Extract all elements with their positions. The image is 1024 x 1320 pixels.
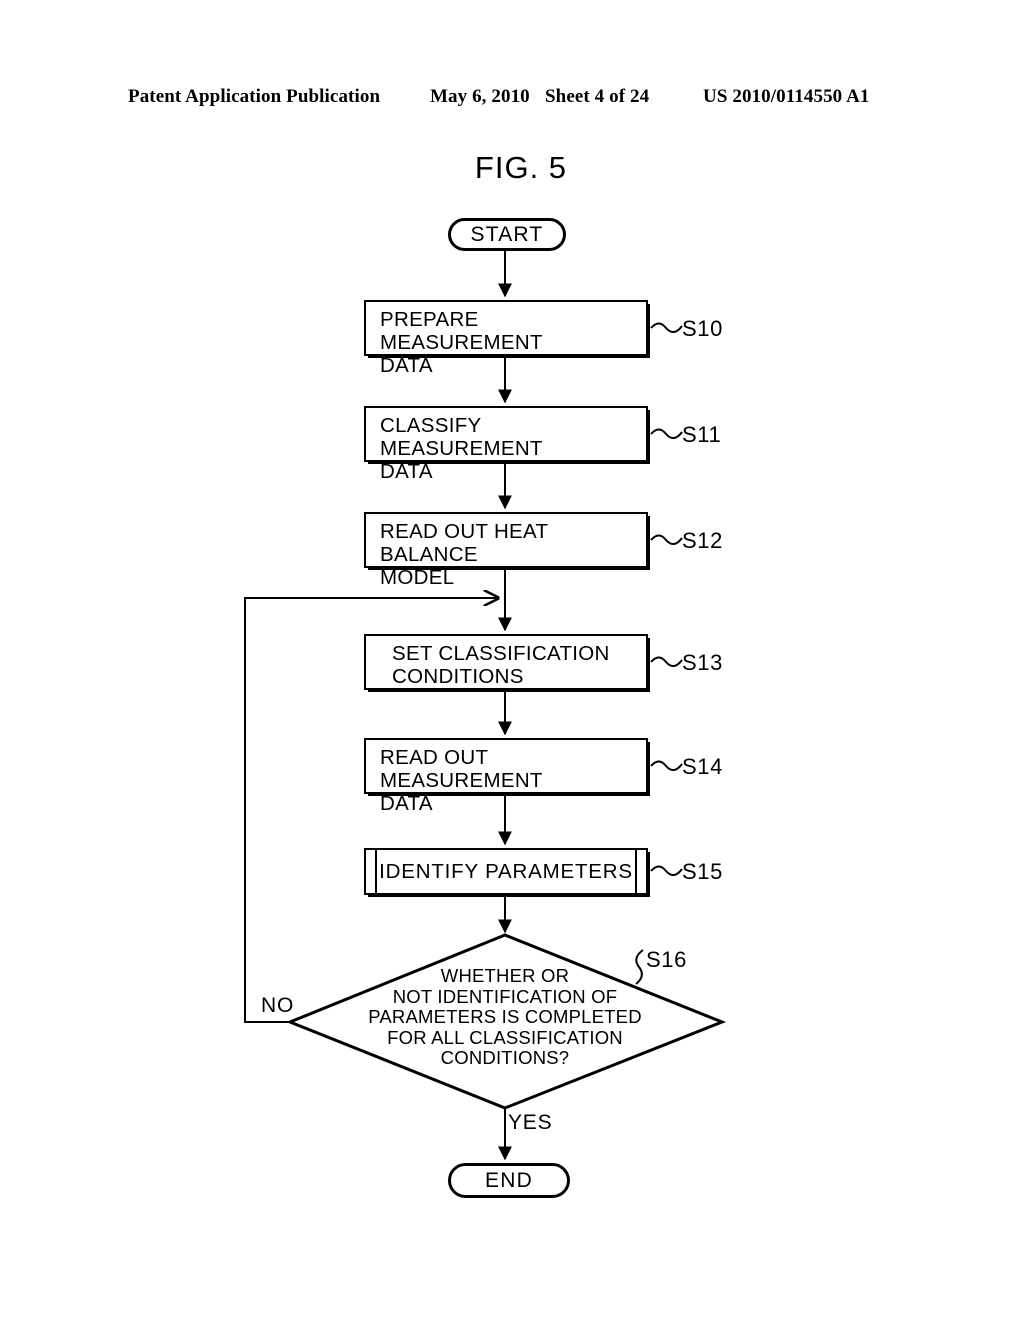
s13-line2: CONDITIONS: [392, 665, 524, 688]
s11-line2: DATA: [380, 460, 433, 483]
s16-line5: CONDITIONS?: [440, 1047, 570, 1068]
step-ref-s15: S15: [682, 859, 723, 884]
flow-node-start[interactable]: START: [448, 218, 566, 251]
step-ref-s11: S11: [682, 422, 722, 447]
flow-node-s11-classify-measurement-data[interactable]: CLASSIFY MEASUREMENT DATA: [364, 406, 648, 483]
step-ref-s12: S12: [682, 528, 723, 553]
leader-s15: [650, 865, 683, 876]
s16-line4: FOR ALL CLASSIFICATION: [387, 1026, 623, 1048]
s16-line2: NOT IDENTIFICATION OF: [392, 985, 618, 1007]
s16-line1: WHETHER OR: [440, 965, 570, 986]
branch-label-no: NO: [261, 994, 295, 1017]
s16-line3: PARAMETERS IS COMPLETED: [368, 1006, 642, 1027]
leader-s11: [650, 428, 683, 439]
s14-line1: READ OUT MEASUREMENT: [380, 746, 543, 792]
flow-node-end[interactable]: END: [448, 1163, 570, 1198]
flow-node-s12-read-out-heat-balance-model[interactable]: READ OUT HEAT BALANCE MODEL: [364, 512, 648, 589]
s11-line1: CLASSIFY MEASUREMENT: [380, 414, 543, 460]
s10-line1: PREPARE MEASUREMENT: [380, 308, 543, 354]
start-label: START: [470, 222, 544, 246]
s12-line2: MODEL: [380, 566, 455, 589]
step-ref-s16: S16: [646, 947, 687, 972]
step-ref-s10: S10: [682, 316, 723, 341]
flow-node-s15-identify-parameters[interactable]: IDENTIFY PARAMETERS: [364, 848, 648, 895]
s10-line2: DATA: [380, 354, 433, 377]
leader-s12: [650, 534, 683, 545]
decision-s16-text: WHETHER OR NOT IDENTIFICATION OF PARAMET…: [352, 965, 658, 1069]
leader-s10: [650, 322, 683, 333]
step-ref-s13: S13: [682, 650, 723, 675]
flow-node-s14-read-out-measurement-data[interactable]: READ OUT MEASUREMENT DATA: [364, 738, 648, 815]
end-label: END: [485, 1168, 533, 1192]
leader-s14: [650, 760, 683, 771]
s14-line2: DATA: [380, 792, 433, 815]
s15-label: IDENTIFY PARAMETERS: [379, 859, 633, 883]
flow-node-s10-prepare-measurement-data[interactable]: PREPARE MEASUREMENT DATA: [364, 300, 648, 377]
leader-s13: [650, 656, 683, 667]
flow-node-s13-set-classification-conditions[interactable]: SET CLASSIFICATION CONDITIONS: [364, 634, 648, 690]
branch-label-yes: YES: [508, 1111, 553, 1134]
step-ref-s14: S14: [682, 754, 723, 779]
s13-line1: SET CLASSIFICATION: [392, 642, 610, 665]
s12-line1: READ OUT HEAT BALANCE: [380, 520, 548, 566]
